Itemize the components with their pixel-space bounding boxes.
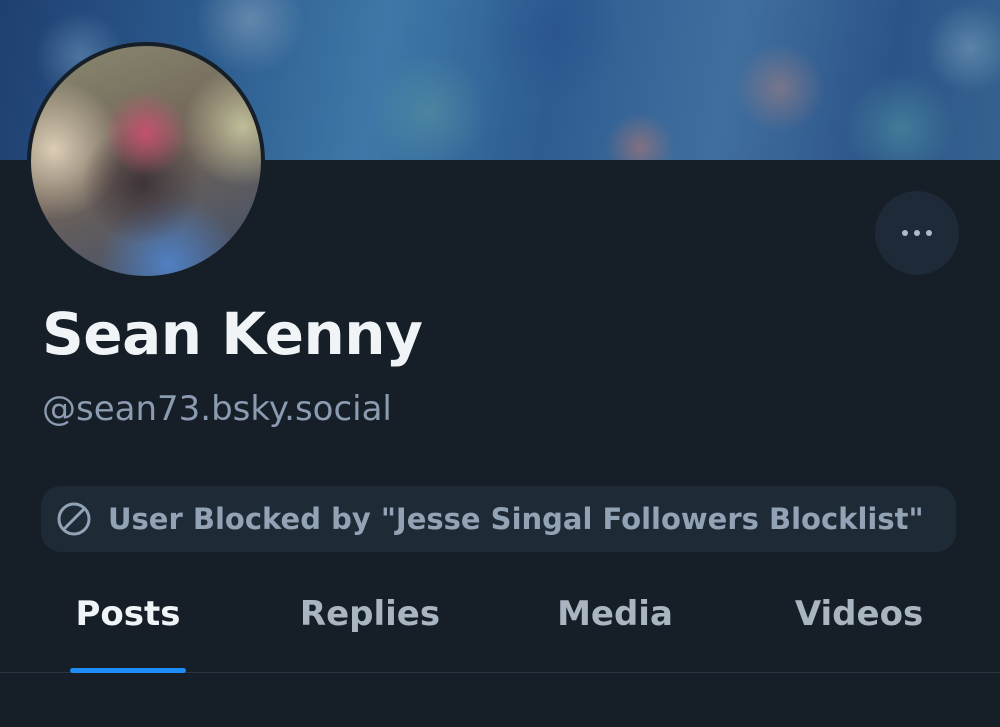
profile-avatar[interactable] [27, 42, 265, 280]
more-options-button[interactable] [875, 191, 959, 275]
active-tab-indicator [70, 668, 186, 673]
tab-media[interactable]: Media [552, 575, 678, 673]
blocked-status-badge[interactable]: User Blocked by "Jesse Singal Followers … [41, 486, 956, 552]
tab-label: Posts [75, 594, 181, 634]
profile-handle: @sean73.bsky.social [42, 389, 392, 429]
tab-videos[interactable]: Videos [784, 575, 934, 673]
tab-label: Videos [794, 594, 924, 634]
block-icon [56, 501, 92, 537]
tab-posts[interactable]: Posts [70, 575, 186, 673]
profile-tabs: Posts Replies Media Videos [0, 575, 1000, 673]
blocked-status-label: User Blocked by "Jesse Singal Followers … [108, 502, 924, 536]
profile-page: Sean Kenny @sean73.bsky.social User Bloc… [0, 0, 1000, 727]
ellipsis-icon [902, 230, 932, 236]
tab-label: Media [557, 594, 673, 634]
tab-label: Replies [299, 594, 441, 634]
display-name: Sean Kenny [42, 300, 423, 368]
tab-replies[interactable]: Replies [292, 575, 448, 673]
